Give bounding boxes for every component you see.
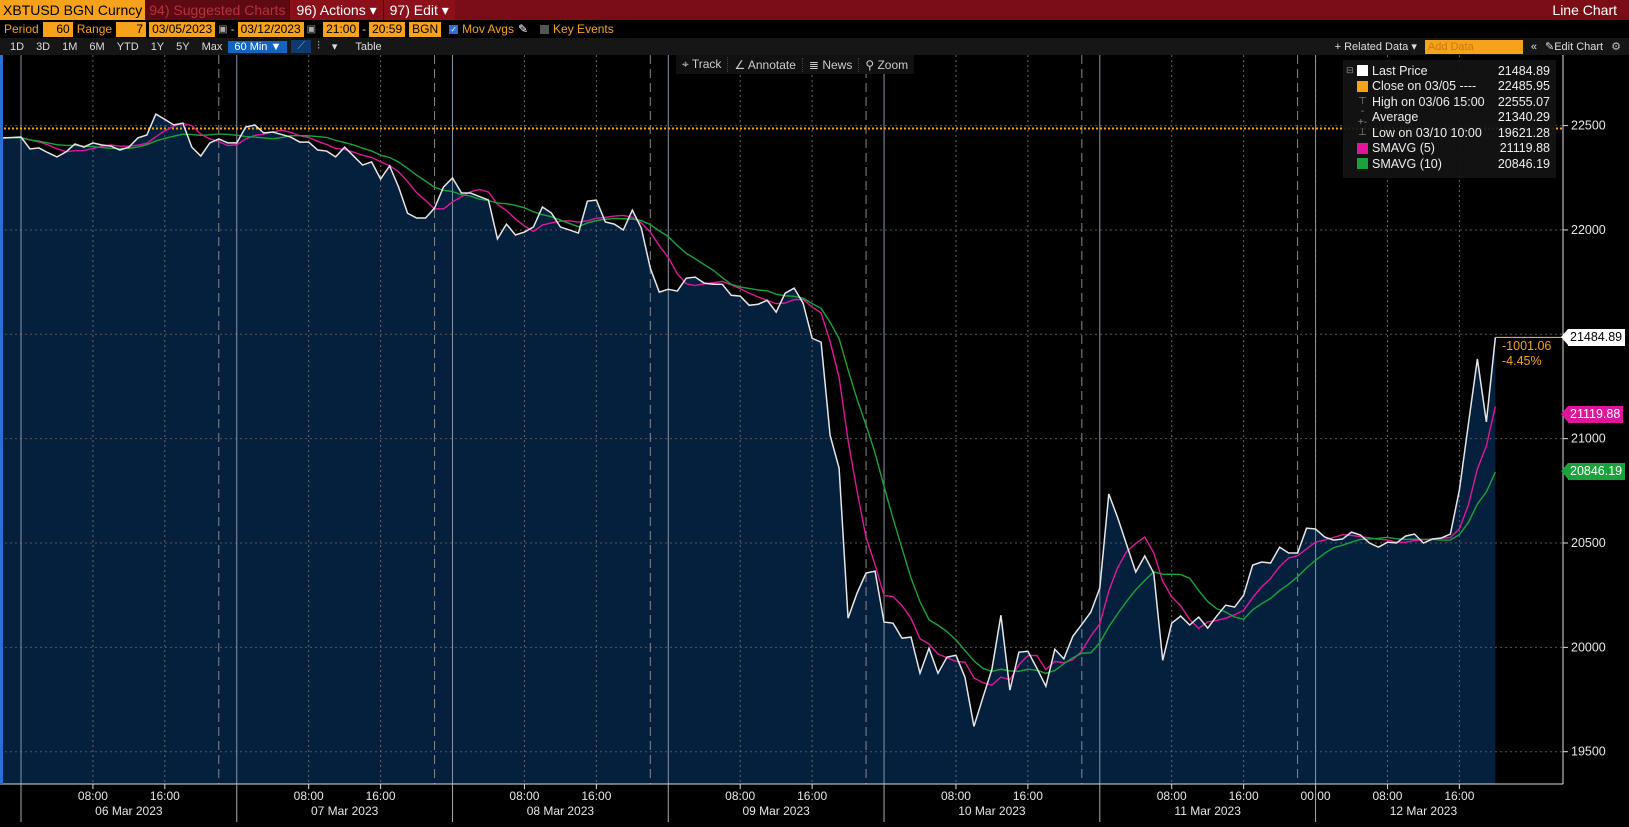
end-time-input[interactable]: 20:59 [369, 21, 406, 37]
period-input[interactable]: 60 [42, 21, 73, 37]
chart-type-title: Line Chart [1552, 2, 1617, 18]
bar-chart-icon[interactable]: ⫶ [311, 40, 326, 53]
y-tick-label: 20500 [1571, 536, 1606, 550]
add-data-input[interactable]: Add Data [1424, 39, 1523, 54]
range-button-ytd[interactable]: YTD [111, 41, 145, 53]
legend-item-high[interactable]: ⊤ High on 03/06 15:00 22555.07 [1343, 94, 1556, 110]
range-label: Range [76, 22, 113, 36]
crosshair-icon: ⌖ [682, 57, 692, 71]
y-tick-label: 21000 [1571, 432, 1606, 446]
x-tick-label: 16:00 [797, 789, 827, 803]
actions-menu[interactable]: 96) Actions ▾ [289, 0, 383, 20]
x-tick-label: 08:00 [1157, 789, 1187, 803]
legend-swatch [1357, 142, 1368, 154]
edit-menu[interactable]: 97) Edit ▾ [382, 0, 455, 20]
calendar-icon[interactable]: ▣ [218, 24, 227, 35]
annotate-tool[interactable]: ∠ Annotate [728, 57, 803, 72]
y-tick-label: 19500 [1571, 745, 1606, 759]
sma10-tag: 20846.19 [1560, 463, 1626, 480]
left-edge-bar [0, 55, 3, 784]
date-label: 07 Mar 2023 [311, 804, 379, 818]
related-data-button[interactable]: + Related Data ▾ [1335, 40, 1417, 53]
source-input[interactable]: BGN [409, 21, 442, 37]
pencil-icon: ∠ [734, 57, 748, 72]
collapse-icon[interactable]: « [1531, 41, 1537, 53]
legend-item-average[interactable]: -+- Average 21340.29 [1343, 106, 1556, 128]
legend-item-last-price[interactable]: ⊟ Last Price 21484.89 [1343, 63, 1556, 79]
news-icon: ≣ [808, 57, 823, 72]
calendar-icon[interactable]: ▣ [307, 24, 316, 35]
security-ticker[interactable]: XBTUSD BGN Curncy [0, 0, 146, 20]
start-date-input[interactable]: 03/05/2023 [149, 21, 216, 37]
range-input[interactable]: 7 [116, 21, 147, 37]
legend-item-close[interactable]: Close on 03/05 ---- 22485.95 [1343, 79, 1556, 95]
x-tick-label: 16:00 [150, 789, 180, 803]
pencil-icon[interactable]: ✎ [518, 22, 528, 36]
range-button-3d[interactable]: 3D [30, 41, 56, 53]
legend-item-sma10[interactable]: SMAVG (10) 20846.19 [1343, 156, 1556, 172]
y-tick-label: 22500 [1571, 119, 1606, 133]
period-label: Period [4, 22, 39, 36]
zoom-tool[interactable]: ⚲ Zoom [859, 58, 914, 72]
range-button-6m[interactable]: 6M [83, 41, 110, 53]
y-tick-label: 20000 [1571, 640, 1606, 654]
x-tick-label: 08:00 [725, 789, 755, 803]
mov-avgs-checkbox[interactable]: ✓ [449, 24, 459, 34]
line-chart-icon[interactable]: ⟋ [291, 40, 312, 53]
pencil-icon: ✎ [1544, 41, 1555, 53]
legend: ⊟ Last Price 21484.89 Close on 03/05 ---- 2… [1343, 60, 1556, 178]
key-events-checkbox[interactable] [540, 24, 550, 34]
more-dropdown-icon[interactable]: ▾ [326, 40, 344, 53]
sma5-tag: 21119.88 [1560, 406, 1624, 423]
last-price-tag: 21484.89 [1560, 329, 1626, 346]
date-label: 08 Mar 2023 [527, 804, 595, 818]
range-button-max[interactable]: Max [196, 41, 229, 53]
magnifier-icon: ⚲ [865, 57, 878, 72]
x-tick-label: 16:00 [366, 789, 396, 803]
legend-swatch [1357, 80, 1368, 92]
x-tick-label: 08:00 [509, 789, 539, 803]
chart-tools: ⌖ Track ∠ Annotate ≣ News ⚲ Zoom [676, 55, 915, 74]
x-tick-label: 08:00 [78, 789, 108, 803]
track-tool[interactable]: ⌖ Track [676, 57, 729, 72]
low-marker-icon: ⊥ [1358, 127, 1367, 139]
settings-bar: Period 60 Range 7 03/05/2023 ▣ - 03/12/20… [0, 20, 1629, 38]
range-button-1m[interactable]: 1M [56, 41, 83, 53]
mov-avgs-label[interactable]: Mov Avgs [462, 22, 514, 36]
x-tick-label: 16:00 [581, 789, 611, 803]
legend-item-low[interactable]: ⊥ Low on 03/10 10:00 19621.28 [1343, 125, 1556, 141]
interval-dropdown[interactable]: 60 Min ▼ [228, 40, 288, 53]
date-label: 11 Mar 2023 [1174, 804, 1241, 818]
x-tick-label: 08:00 [294, 789, 324, 803]
legend-item-sma5[interactable]: SMAVG (5) 21119.88 [1343, 141, 1556, 157]
suggested-charts-button[interactable]: 94) Suggested Charts [145, 0, 290, 20]
start-time-input[interactable]: 21:00 [323, 21, 360, 37]
edit-chart-button[interactable]: Edit Chart [1554, 41, 1603, 53]
x-tick-label: 16:00 [1013, 789, 1043, 803]
gear-icon[interactable]: ⚙ [1611, 40, 1621, 53]
collapse-icon[interactable]: ⊟ [1346, 65, 1354, 76]
x-tick-label: 08:00 [1372, 789, 1402, 803]
x-tick-label: 16:00 [1444, 789, 1474, 803]
range-button-5y[interactable]: 5Y [170, 41, 195, 53]
y-tick-label: 22000 [1571, 223, 1606, 237]
change-percent: -4.45% [1502, 354, 1542, 368]
date-label: 10 Mar 2023 [958, 804, 1026, 818]
date-label: 06 Mar 2023 [95, 804, 163, 818]
x-tick-label: 16:00 [1229, 789, 1259, 803]
title-bar: XBTUSD BGN Curncy 94) Suggested Charts 9… [0, 0, 1629, 20]
x-tick-label: 08:00 [941, 789, 971, 803]
range-toolbar: 1D 3D 1M 6M YTD 1Y 5Y Max 60 Min ▼ ⟋ ⫶ ▾… [0, 38, 1629, 55]
legend-swatch [1357, 158, 1368, 170]
key-events-label[interactable]: Key Events [553, 22, 614, 36]
news-tool[interactable]: ≣ News [803, 57, 860, 72]
range-button-1d[interactable]: 1D [4, 41, 30, 53]
table-button[interactable]: Table [349, 41, 387, 53]
range-button-1y[interactable]: 1Y [145, 41, 170, 53]
change-value: -1001.06 [1502, 339, 1552, 353]
end-date-input[interactable]: 03/12/2023 [237, 21, 304, 37]
date-label: 12 Mar 2023 [1390, 804, 1458, 818]
legend-swatch [1357, 65, 1368, 77]
date-label: 09 Mar 2023 [742, 804, 810, 818]
